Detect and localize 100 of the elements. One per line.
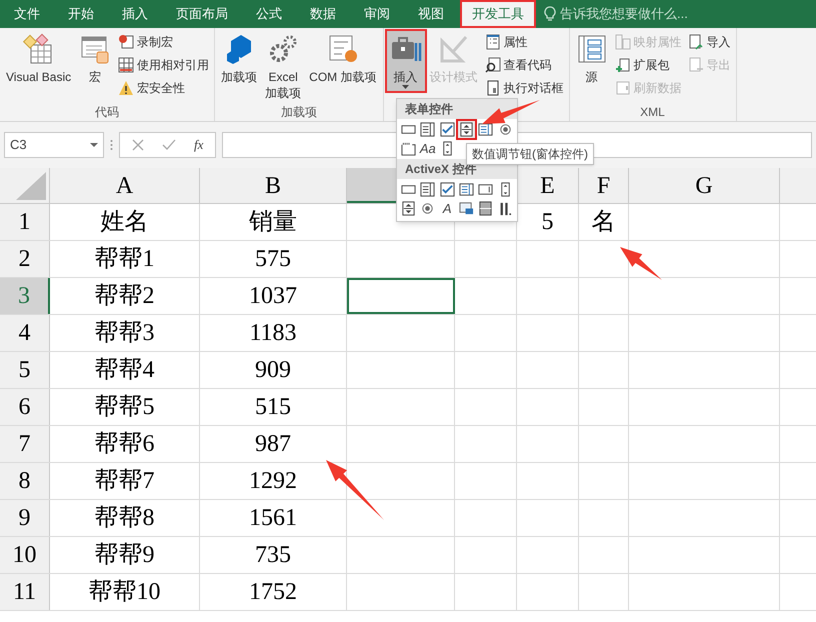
ribbon-tab[interactable]: 数据 [300, 2, 346, 26]
import-icon [688, 34, 704, 50]
gear-icon [267, 33, 300, 65]
row-header[interactable]: 1 [0, 204, 50, 240]
group-box-icon[interactable] [400, 140, 417, 157]
ribbon-button[interactable]: 加载项 [218, 31, 260, 87]
table-cell: 帮帮4 [50, 352, 200, 388]
package-icon [614, 57, 630, 73]
table-cell: 帮帮5 [50, 389, 200, 425]
ribbon-button[interactable]: Excel 加载项 [262, 31, 304, 103]
column-header[interactable]: F [579, 168, 629, 203]
checkbox-control-icon[interactable] [438, 181, 456, 198]
annotation-arrow [482, 100, 540, 124]
ribbon-tab[interactable]: 页面布局 [166, 2, 238, 26]
group-label: 代码 [94, 104, 120, 121]
ribbon-small-button[interactable]: 使用相对引用 [116, 54, 212, 76]
table-cell: 销量 [200, 204, 347, 240]
insert-function-button[interactable]: fx [194, 135, 204, 155]
caret-icon [90, 143, 98, 147]
caret-icon [402, 85, 409, 89]
row-header[interactable]: 7 [0, 426, 50, 462]
ribbon-tab[interactable]: 视图 [408, 2, 454, 26]
row-header[interactable]: 11 [0, 574, 50, 610]
column-header[interactable]: G [629, 168, 780, 203]
ribbon-small-button[interactable]: 查看代码 [482, 54, 566, 76]
table-cell: 帮帮1 [50, 241, 200, 277]
table-cell: 帮帮9 [50, 537, 200, 573]
table-cell: 帮帮2 [50, 278, 200, 314]
ruler-pencil-icon [438, 33, 470, 65]
checklist-icon [326, 33, 359, 65]
export-icon [688, 57, 704, 73]
group-label: XML [639, 104, 666, 121]
cell-reference: C3 [10, 136, 27, 154]
table-cell: 735 [200, 537, 347, 573]
grip-icon [110, 139, 113, 151]
ribbon-button[interactable]: 源 [572, 31, 610, 87]
ribbon-small-button[interactable]: 导入 [686, 31, 732, 53]
ribbon-button[interactable]: Visual Basic [3, 31, 74, 87]
group-label: 加载项 [280, 104, 318, 121]
ribbon-small-button[interactable]: 扩展包 [612, 54, 684, 76]
annotation-arrow [620, 247, 662, 280]
ribbon-button[interactable]: COM 加载项 [306, 31, 380, 87]
properties-icon [484, 34, 500, 50]
spin-button-icon[interactable] [400, 200, 417, 217]
table-cell: 1037 [200, 278, 347, 314]
table-cell: 姓名 [50, 204, 200, 240]
name-box[interactable]: C3 [4, 132, 104, 158]
row-header[interactable]: 3 [0, 278, 50, 314]
table-cell: 1752 [200, 574, 347, 610]
warning-icon [118, 80, 134, 96]
ribbon-tab[interactable]: 审阅 [354, 2, 400, 26]
annotation-arrow [326, 460, 384, 520]
active-cell[interactable] [347, 278, 455, 314]
ribbon-tab[interactable]: 文件 [4, 2, 50, 26]
row-header[interactable]: 2 [0, 241, 50, 277]
image-control-icon[interactable] [458, 200, 475, 217]
search-icon [484, 57, 500, 73]
label-control[interactable]: Aa [419, 140, 436, 157]
table-cell: 帮帮3 [50, 315, 200, 351]
ribbon-tab[interactable]: 插入 [112, 2, 158, 26]
ribbon-tab[interactable]: 开发工具 [462, 2, 534, 26]
table-cell: 909 [200, 352, 347, 388]
combo-box-icon[interactable] [419, 121, 436, 138]
table-cell: 帮帮10 [50, 574, 200, 610]
ribbon-button[interactable]: 插入 [386, 31, 424, 91]
list-box-icon[interactable] [458, 181, 475, 198]
ribbon-button[interactable]: 宏 [76, 31, 114, 87]
check-icon[interactable] [162, 139, 176, 151]
label-control[interactable]: A [438, 200, 456, 217]
table-icon [118, 57, 134, 73]
table-cell: 1183 [200, 315, 347, 351]
ribbon-small-button[interactable]: 宏安全性 [116, 77, 212, 99]
spin-button-icon[interactable] [458, 121, 475, 138]
toggle-button-icon[interactable] [477, 200, 494, 217]
table-cell: 帮帮7 [50, 463, 200, 499]
table-cell: 515 [200, 389, 347, 425]
checkbox-control-icon[interactable] [438, 121, 456, 138]
row-header[interactable]: 4 [0, 315, 50, 351]
record-icon [118, 34, 134, 50]
ribbon-small-button[interactable]: 录制宏 [116, 31, 212, 53]
refresh-icon [614, 80, 630, 96]
tell-me-field[interactable]: 告诉我您想要做什么... [544, 4, 710, 24]
menu-section-header: 表单控件 [397, 99, 517, 119]
column-header[interactable]: A [50, 168, 200, 203]
table-cell: 帮帮8 [50, 500, 200, 536]
table-cell: 1561 [200, 500, 347, 536]
row-header[interactable]: 8 [0, 463, 50, 499]
lightbulb-icon [544, 6, 556, 22]
ribbon-tab[interactable]: 公式 [246, 2, 292, 26]
ribbon-small-button[interactable]: 执行对话框 [482, 77, 566, 99]
table-cell: 名 [579, 204, 629, 240]
row-header[interactable]: 5 [0, 352, 50, 388]
row-header[interactable]: 10 [0, 537, 50, 573]
row-header[interactable]: 6 [0, 389, 50, 425]
ribbon-small-button[interactable]: 属性 [482, 31, 566, 53]
ribbon-tab[interactable]: 开始 [58, 2, 104, 26]
dialog-icon [484, 80, 500, 96]
tooltip: 数值调节钮(窗体控件) [466, 143, 594, 165]
row-header[interactable]: 9 [0, 500, 50, 536]
combo-box-icon[interactable] [419, 181, 436, 198]
